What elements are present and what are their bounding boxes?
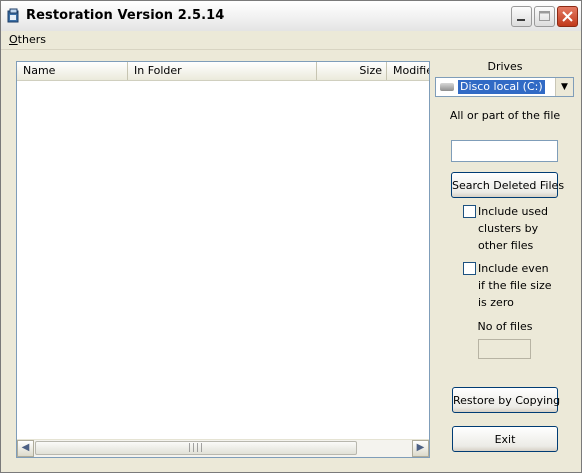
column-modified[interactable]: Modified: [387, 62, 429, 80]
restoration-app-icon: [7, 8, 19, 23]
maximize-icon: [539, 11, 550, 21]
restore-by-copying-button[interactable]: Restore by Copying: [452, 387, 560, 413]
menu-bar: Others: [1, 31, 581, 50]
number-of-files-label: No of files: [477, 320, 533, 333]
column-size[interactable]: Size: [317, 62, 387, 80]
minimize-button[interactable]: [511, 6, 532, 27]
chevron-down-icon[interactable]: ▼: [555, 78, 573, 96]
include-used-clusters-label[interactable]: Include used clusters by other files: [478, 203, 558, 254]
scroll-right-button[interactable]: ▶: [412, 440, 429, 457]
close-icon: [562, 11, 573, 22]
drives-label: Drives: [487, 60, 523, 73]
close-button[interactable]: [557, 6, 578, 27]
scroll-thumb[interactable]: ||||: [35, 441, 357, 455]
scroll-left-button[interactable]: ◀: [17, 440, 34, 457]
column-name[interactable]: Name: [17, 62, 128, 80]
drives-selected-value: Disco local (C:): [458, 80, 545, 94]
deleted-files-list[interactable]: Name In Folder Size Modified ◀ |||| ▶: [16, 61, 430, 458]
include-zero-size-label[interactable]: Include even if the file size is zero: [478, 260, 558, 311]
scroll-grip: ||||: [187, 443, 205, 453]
title-bar[interactable]: Restoration Version 2.5.14: [1, 1, 581, 31]
number-of-files-value: [478, 339, 531, 359]
include-zero-size-checkbox[interactable]: [463, 262, 476, 275]
minimize-icon: [517, 19, 525, 21]
column-in-folder[interactable]: In Folder: [128, 62, 317, 80]
chevron-right-icon: ▶: [416, 442, 425, 453]
menu-others[interactable]: Others: [9, 33, 46, 46]
file-name-input[interactable]: [451, 140, 558, 162]
exit-button[interactable]: Exit: [452, 426, 558, 452]
maximize-button[interactable]: [534, 6, 555, 27]
horizontal-scrollbar[interactable]: ◀ |||| ▶: [17, 439, 429, 457]
include-used-clusters-checkbox[interactable]: [463, 205, 476, 218]
drives-dropdown[interactable]: Disco local (C:) ▼: [435, 77, 574, 97]
file-name-label: All or part of the file: [449, 109, 561, 122]
restoration-window: Restoration Version 2.5.14 Others Name I…: [0, 0, 582, 473]
list-header: Name In Folder Size Modified: [17, 62, 429, 81]
window-title: Restoration Version 2.5.14: [26, 8, 225, 23]
search-deleted-files-button[interactable]: Search Deleted Files: [451, 172, 564, 198]
chevron-left-icon: ◀: [21, 442, 30, 453]
hard-drive-icon: [440, 83, 454, 91]
